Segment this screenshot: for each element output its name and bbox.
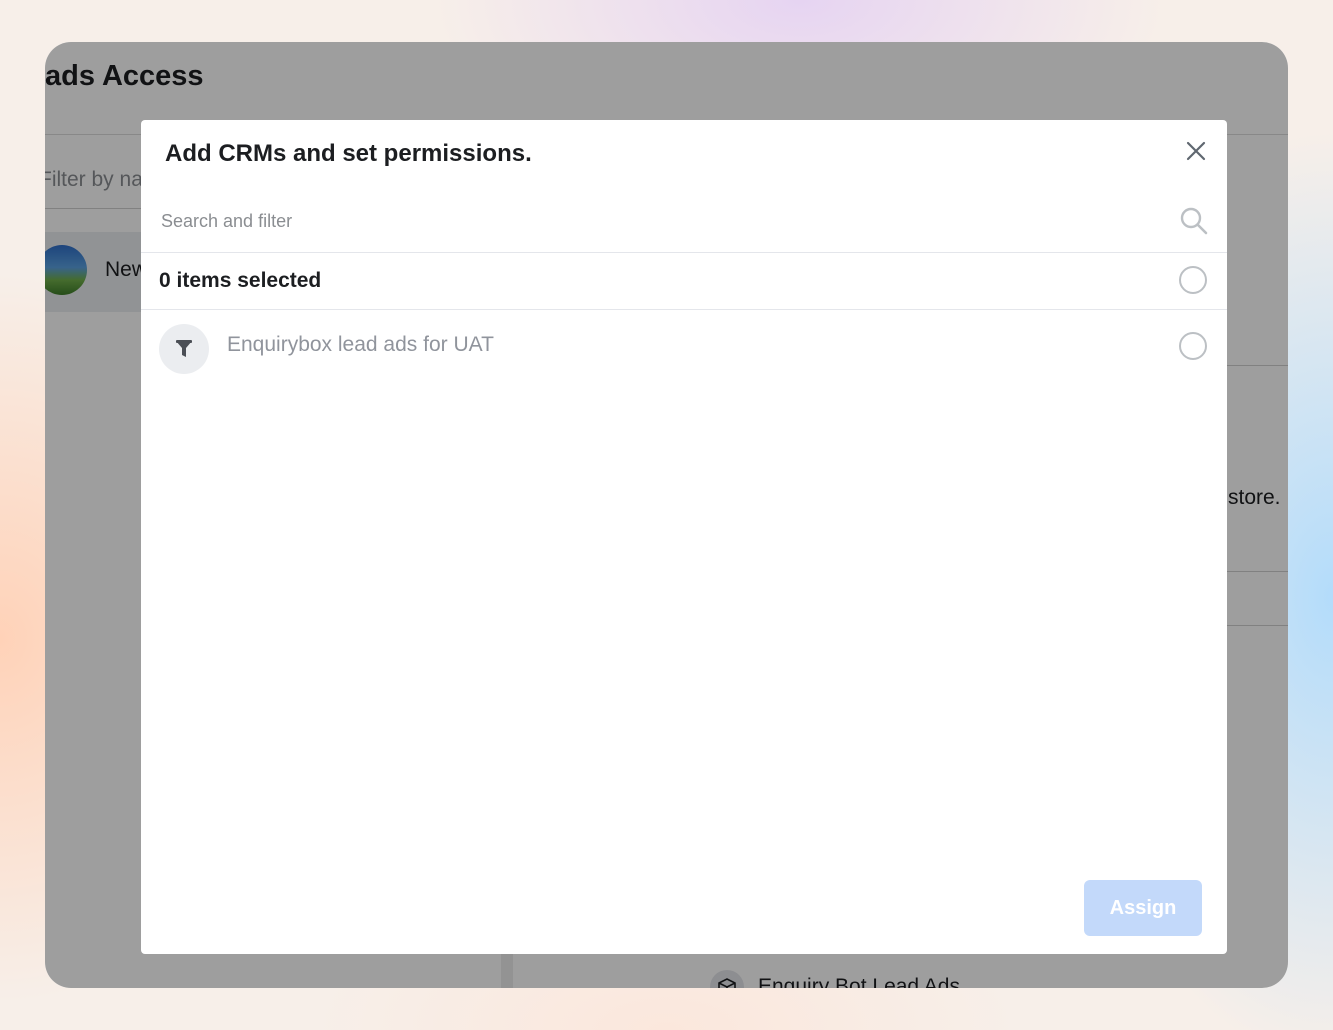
app-window: ads Access Filter by na New store. Enqui… bbox=[45, 42, 1288, 988]
list-item-label: Enquirybox lead ads for UAT bbox=[227, 333, 494, 356]
selected-count: 0 items selected bbox=[159, 269, 322, 292]
search-bar bbox=[141, 192, 1227, 253]
add-crm-dialog: Add CRMs and set permissions. 0 items se… bbox=[141, 120, 1227, 954]
close-icon bbox=[1186, 141, 1206, 161]
select-all-row: 0 items selected bbox=[141, 252, 1227, 310]
filter-icon bbox=[159, 324, 209, 374]
dialog-title: Add CRMs and set permissions. bbox=[165, 140, 532, 167]
search-input[interactable] bbox=[159, 205, 1163, 237]
close-button[interactable] bbox=[1181, 136, 1211, 166]
assign-button[interactable]: Assign bbox=[1084, 880, 1202, 936]
select-all-radio[interactable] bbox=[1179, 266, 1207, 294]
list-item[interactable]: Enquirybox lead ads for UAT bbox=[141, 310, 1227, 382]
search-icon[interactable] bbox=[1179, 206, 1209, 236]
list-item-radio[interactable] bbox=[1179, 332, 1207, 360]
